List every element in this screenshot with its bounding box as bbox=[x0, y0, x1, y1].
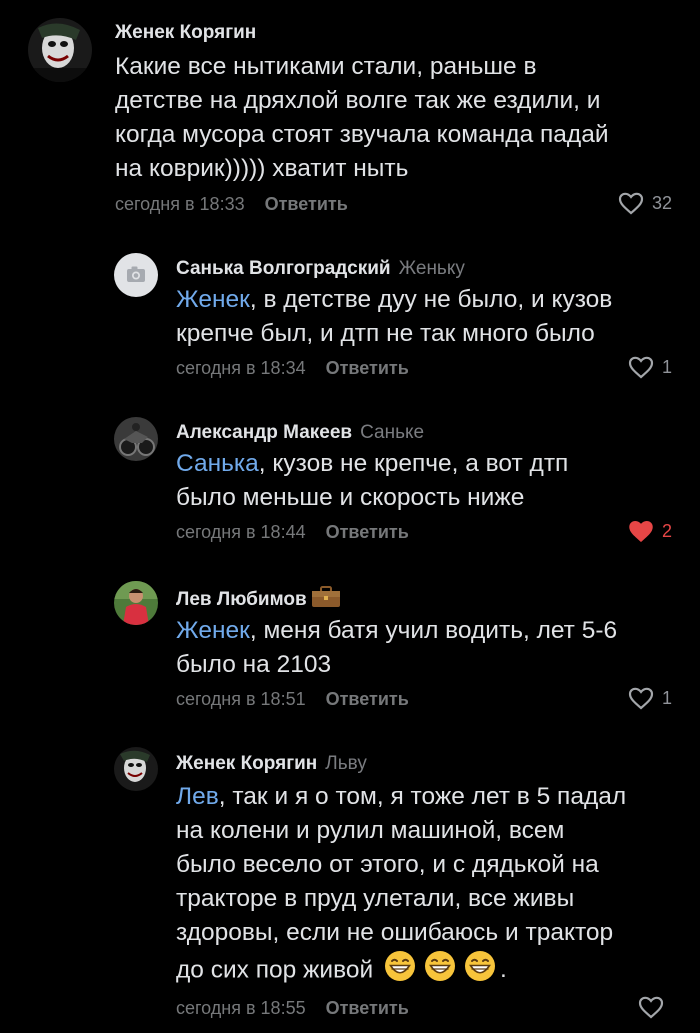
author-name[interactable]: Женек Корягин bbox=[115, 22, 256, 44]
grinning-face-emoji bbox=[384, 950, 416, 992]
reply-button[interactable]: Ответить bbox=[265, 194, 348, 214]
avatar[interactable] bbox=[114, 747, 158, 791]
timestamp: сегодня в 18:51 bbox=[176, 689, 306, 709]
mention-link[interactable]: Санька bbox=[176, 450, 259, 477]
avatar[interactable] bbox=[28, 18, 92, 82]
comment-meta: сегодня в 18:34 Ответить bbox=[176, 358, 409, 379]
like-button[interactable]: 32 bbox=[618, 192, 672, 215]
comment-text: Санька, кузов не крепче, а вот дтп было … bbox=[176, 450, 569, 511]
reply-to[interactable]: Саньке bbox=[360, 422, 424, 443]
comment-meta: сегодня в 18:55 Ответить bbox=[176, 998, 409, 1019]
grinning-face-emoji bbox=[464, 950, 496, 992]
mention-link[interactable]: Женек bbox=[176, 617, 250, 644]
avatar[interactable] bbox=[114, 417, 158, 461]
reply-button[interactable]: Ответить bbox=[326, 522, 409, 542]
comment-meta: сегодня в 18:51 Ответить bbox=[176, 689, 409, 710]
like-button[interactable]: 1 bbox=[628, 356, 672, 379]
comment-text: Женек, в детстве дуу не было, и кузов кр… bbox=[176, 286, 613, 347]
reply-button[interactable]: Ответить bbox=[326, 358, 409, 378]
mention-link[interactable]: Лев bbox=[176, 783, 219, 810]
camera-icon bbox=[127, 266, 145, 282]
avatar[interactable] bbox=[114, 253, 158, 297]
like-count: 1 bbox=[661, 357, 672, 377]
timestamp: сегодня в 18:33 bbox=[115, 194, 245, 214]
heart-outline-icon bbox=[638, 996, 664, 1019]
like-button[interactable]: 2 bbox=[628, 520, 672, 543]
briefcase-icon bbox=[311, 586, 341, 614]
reply-to[interactable]: Льву bbox=[325, 753, 367, 774]
like-button[interactable]: 1 bbox=[628, 687, 672, 710]
author-name[interactable]: Санька Волгоградский Женьку bbox=[176, 258, 465, 280]
mention-link[interactable]: Женек bbox=[176, 286, 250, 313]
like-count: 2 bbox=[661, 521, 672, 541]
heart-filled-icon bbox=[629, 521, 653, 542]
reply-to[interactable]: Женьку bbox=[399, 258, 465, 279]
comment-text: Женек, меня батя учил водить, лет 5-6 бы… bbox=[176, 617, 618, 678]
like-button[interactable] bbox=[638, 996, 672, 1019]
heart-outline-icon bbox=[628, 687, 654, 710]
comment-meta: сегодня в 18:33 Ответить bbox=[115, 194, 348, 215]
avatar[interactable] bbox=[114, 581, 158, 625]
reply-button[interactable]: Ответить bbox=[326, 689, 409, 709]
timestamp: сегодня в 18:55 bbox=[176, 998, 306, 1018]
reply-button[interactable]: Ответить bbox=[326, 998, 409, 1018]
comment-text: Какие все нытиками стали, раньше в детст… bbox=[115, 53, 609, 182]
heart-outline-icon bbox=[628, 356, 654, 379]
grinning-face-emoji bbox=[424, 950, 456, 992]
author-name[interactable]: Лев Любимов bbox=[176, 586, 341, 614]
author-name[interactable]: Женек Корягин Льву bbox=[176, 753, 367, 775]
like-count: 32 bbox=[651, 193, 672, 213]
like-count: 1 bbox=[661, 688, 672, 708]
comment-text: Лев, так и я о том, я тоже лет в 5 падал… bbox=[176, 780, 626, 992]
author-name[interactable]: Александр Макеев Саньке bbox=[176, 422, 424, 444]
timestamp: сегодня в 18:34 bbox=[176, 358, 306, 378]
heart-outline-icon bbox=[618, 192, 644, 215]
comment-meta: сегодня в 18:44 Ответить bbox=[176, 522, 409, 543]
timestamp: сегодня в 18:44 bbox=[176, 522, 306, 542]
